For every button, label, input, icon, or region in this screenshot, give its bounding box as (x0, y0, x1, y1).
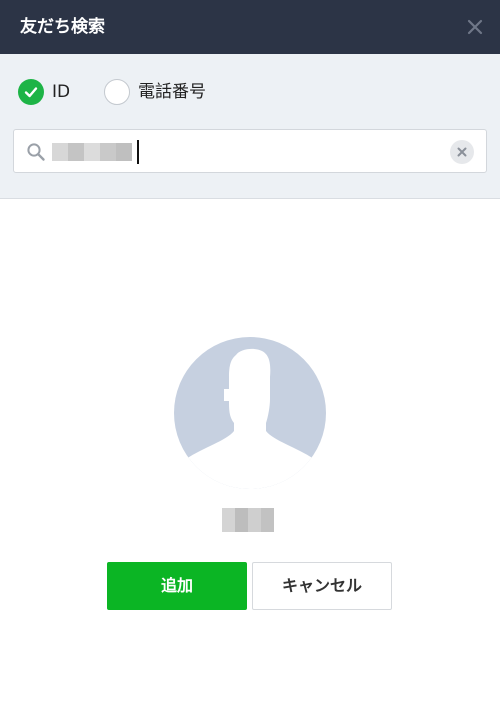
text-cursor (137, 140, 139, 164)
profile-silhouette-icon (186, 348, 314, 489)
radio-phone-label: 電話番号 (138, 82, 206, 102)
user-name-redacted (222, 508, 274, 532)
search-icon (27, 143, 45, 161)
radio-id[interactable]: ID (18, 78, 70, 106)
avatar (174, 337, 326, 489)
close-button[interactable] (462, 14, 488, 40)
close-icon (467, 19, 483, 35)
dialog-title: 友だち検索 (20, 17, 105, 37)
radio-checked-icon (18, 79, 44, 105)
search-input[interactable] (13, 129, 487, 173)
cancel-button[interactable]: キャンセル (252, 562, 392, 610)
radio-unchecked-icon (104, 79, 130, 105)
radio-phone-number[interactable]: 電話番号 (104, 78, 206, 106)
search-panel: ID 電話番号 (0, 54, 500, 199)
clear-search-button[interactable] (450, 140, 474, 164)
search-value-redacted (52, 141, 132, 163)
title-bar: 友だち検索 (0, 0, 500, 54)
clear-icon (457, 147, 467, 157)
radio-id-label: ID (52, 82, 71, 102)
add-button[interactable]: 追加 (107, 562, 247, 610)
